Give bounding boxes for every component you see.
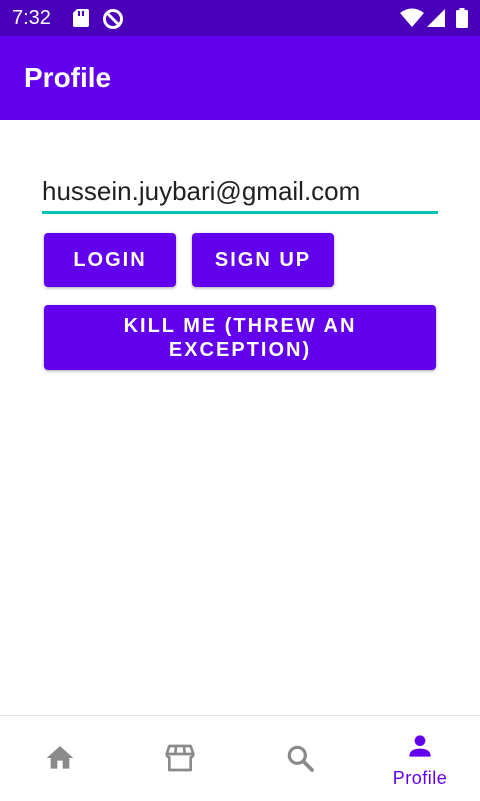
status-bar: 7:32 [0, 0, 480, 36]
home-icon [44, 742, 76, 774]
email-field[interactable]: hussein.juybari@gmail.com [42, 168, 438, 214]
battery-icon [456, 8, 468, 33]
sd-card-icon [72, 8, 90, 33]
search-icon [284, 742, 316, 774]
nav-item-search[interactable] [240, 716, 360, 801]
bottom-nav: Profile [0, 715, 480, 801]
email-field-value[interactable]: hussein.juybari@gmail.com [42, 176, 360, 207]
wifi-icon [400, 8, 424, 33]
store-icon [164, 742, 196, 774]
status-time: 7:32 [12, 7, 51, 29]
app-bar: Profile [0, 36, 480, 120]
page-title: Profile [24, 62, 112, 93]
person-icon [404, 730, 436, 762]
login-button[interactable]: LOGIN [44, 233, 176, 287]
blocked-icon [102, 8, 124, 35]
nav-item-profile[interactable]: Profile [360, 716, 480, 801]
cell-signal-icon [426, 8, 446, 33]
sign-up-button[interactable]: SIGN UP [192, 233, 334, 287]
nav-item-label: Profile [392, 768, 448, 788]
kill-me-button[interactable]: KILL ME (THREW AN EXCEPTION) [44, 305, 436, 370]
nav-item-home[interactable] [0, 716, 120, 801]
nav-item-store[interactable] [120, 716, 240, 801]
